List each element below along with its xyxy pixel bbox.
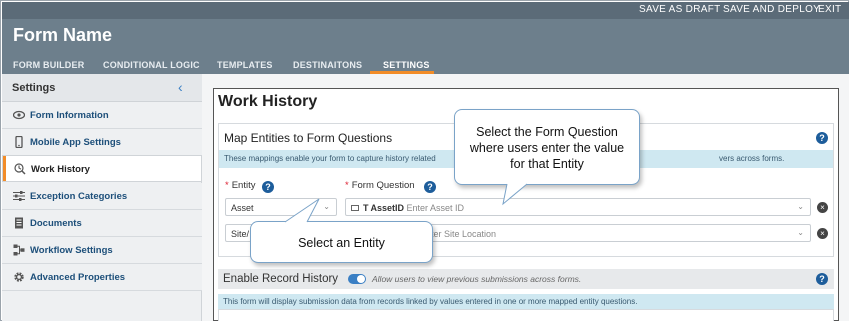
active-item-indicator <box>3 156 6 181</box>
sidebar-item-documents[interactable]: Documents <box>2 210 202 237</box>
form-question-help-icon[interactable]: ? <box>424 181 436 193</box>
form-question-callout: Select the Form Question where users ent… <box>454 109 640 206</box>
form-question-select[interactable]: T AssetID Enter Asset ID ⌄ <box>345 198 811 216</box>
sidebar-item-advanced-properties[interactable]: Advanced Properties <box>2 264 202 291</box>
entity-select-value: Asset <box>231 203 254 213</box>
sidebar-item-exception-categories[interactable]: Exception Categories <box>2 183 202 210</box>
form-name-title: Form Name <box>13 25 113 45</box>
record-history-info: This form will display submission data f… <box>218 294 834 309</box>
callout-text: Select an Entity <box>298 236 385 250</box>
chevron-down-icon: ⌄ <box>323 202 330 211</box>
exit-button[interactable]: EXIT <box>818 4 841 15</box>
sidebar-item-label: Workflow Settings <box>30 245 113 256</box>
tab-form-builder[interactable]: FORM BUILDER <box>13 60 84 70</box>
tab-templates[interactable]: TEMPLATES <box>217 60 273 70</box>
record-history-title: Enable Record History <box>223 273 339 285</box>
info-text-continued: vers across forms. <box>719 154 785 163</box>
help-icon[interactable]: ? <box>816 132 828 144</box>
entity-label: * Entity <box>225 180 256 191</box>
mobile-icon <box>13 135 25 149</box>
chevron-down-icon: ⌄ <box>797 228 804 237</box>
callout-text: Select the Form Question where users ent… <box>469 125 625 171</box>
save-as-draft-button[interactable]: SAVE AS DRAFT <box>639 4 721 15</box>
record-history-description: Allow users to view previous submissions… <box>372 274 582 284</box>
save-and-deploy-button[interactable]: SAVE AND DEPLOY <box>723 4 820 15</box>
sidebar-item-label: Advanced Properties <box>30 272 126 283</box>
record-history-section: Enable Record History Allow users to vie… <box>218 269 834 289</box>
tab-destinations[interactable]: DESTINAITONS <box>293 60 362 70</box>
entity-select-value: Site/ <box>231 229 250 239</box>
sidebar-item-work-history[interactable]: Work History <box>2 155 202 182</box>
gear-icon <box>13 271 25 283</box>
form-question-placeholder: nter Site Location <box>426 229 497 239</box>
callout-pointer <box>284 198 320 224</box>
remove-mapping-icon[interactable]: × <box>817 202 828 213</box>
sidebar-item-workflow-settings[interactable]: Workflow Settings <box>2 237 202 264</box>
eye-icon <box>12 109 26 121</box>
form-question-label: * Form Question <box>345 180 415 191</box>
sidebar-item-form-information[interactable]: Form Information <box>2 102 202 129</box>
tab-conditional-logic[interactable]: CONDITIONAL LOGIC <box>103 60 200 70</box>
sidebar-item-mobile-app-settings[interactable]: Mobile App Settings <box>2 129 202 156</box>
sidebar-title: Settings <box>12 82 56 94</box>
document-icon <box>13 217 25 229</box>
entity-callout: Select an Entity <box>250 198 433 263</box>
page-title: Work History <box>218 93 318 110</box>
tab-settings[interactable]: SETTINGS <box>383 60 430 70</box>
record-history-toggle[interactable] <box>348 274 366 284</box>
top-action-bar: SAVE AS DRAFT SAVE AND DEPLOY EXIT <box>2 2 849 19</box>
sidebar-item-label: Mobile App Settings <box>30 137 121 148</box>
chevron-down-icon: ⌄ <box>797 202 804 211</box>
text-field-icon <box>351 205 359 211</box>
sidebar-item-label: Work History <box>31 164 90 175</box>
record-history-card <box>218 309 834 321</box>
history-icon <box>14 163 26 175</box>
card-title: Map Entities to Form Questions <box>224 131 393 145</box>
entity-help-icon[interactable]: ? <box>262 181 274 193</box>
app-frame: SAVE AS DRAFT SAVE AND DEPLOY EXIT Form … <box>0 0 849 321</box>
callout-pointer <box>502 182 528 206</box>
form-header: Form Name FORM BUILDER CONDITIONAL LOGIC… <box>2 19 849 74</box>
sidebar-item-label: Exception Categories <box>30 191 128 202</box>
workflow-icon <box>13 244 25 256</box>
record-history-info-text: This form will display submission data f… <box>223 297 638 306</box>
chevron-left-icon[interactable]: ‹ <box>178 79 183 95</box>
settings-sidebar: Settings ‹ Form Information Mobile App S… <box>2 74 202 321</box>
remove-mapping-icon[interactable]: × <box>817 228 828 239</box>
form-question-select-value: T AssetID Enter Asset ID <box>351 203 464 213</box>
info-text: These mappings enable your form to captu… <box>224 154 436 163</box>
sliders-icon <box>13 190 25 202</box>
sidebar-item-label: Form Information <box>30 110 109 121</box>
help-icon[interactable]: ? <box>816 273 828 285</box>
sidebar-header: Settings ‹ <box>2 74 202 102</box>
sidebar-item-label: Documents <box>30 218 82 229</box>
